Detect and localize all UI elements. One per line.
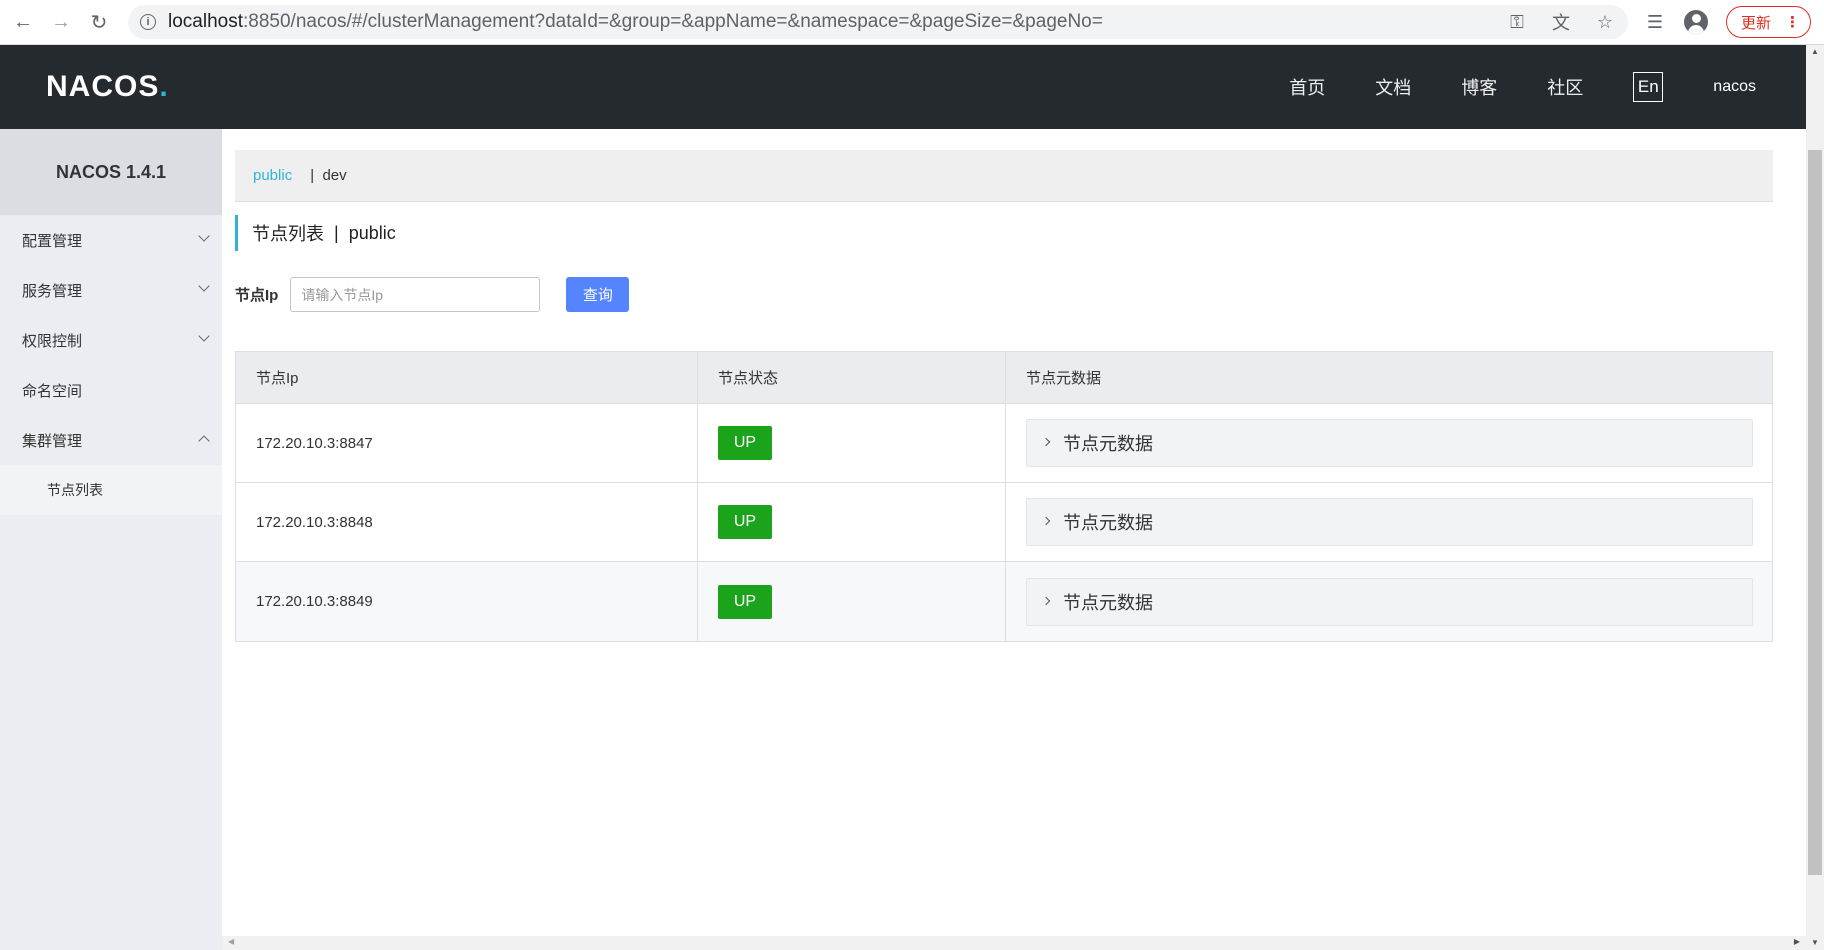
node-status-cell: UP	[698, 562, 1006, 641]
node-metadata-cell: 节点元数据	[1006, 562, 1772, 641]
column-header-status: 节点状态	[698, 352, 1006, 403]
main-content: public | dev 节点列表|public 节点Ip 查询 节点Ip 节点…	[222, 129, 1806, 936]
sidebar-item-label: 命名空间	[22, 382, 83, 400]
status-badge: UP	[718, 584, 772, 619]
vertical-scrollbar[interactable]: ▲ ▼	[1806, 45, 1824, 950]
node-ip-cell: 172.20.10.3:8848	[236, 483, 698, 561]
scroll-down-icon[interactable]: ▼	[1811, 938, 1819, 947]
sidebar-item-label: 配置管理	[22, 232, 83, 250]
node-ip-label: 节点Ip	[235, 287, 279, 304]
scroll-left-icon[interactable]: ◀	[228, 937, 234, 946]
node-status-cell: UP	[698, 483, 1006, 561]
star-icon[interactable]: ☆	[1594, 12, 1616, 33]
translate-icon[interactable]: 文	[1550, 9, 1572, 35]
forward-arrow-icon[interactable]: →	[46, 7, 76, 37]
node-metadata-cell: 节点元数据	[1006, 483, 1772, 561]
metadata-collapse[interactable]: 节点元数据	[1026, 498, 1753, 546]
nav-blog[interactable]: 博客	[1461, 74, 1497, 100]
chevron-up-icon	[198, 435, 210, 447]
browser-toolbar: ← → ↻ i localhost:8850/nacos/#/clusterMa…	[0, 0, 1824, 45]
node-ip-input[interactable]	[290, 277, 541, 312]
nav-community[interactable]: 社区	[1547, 74, 1583, 100]
chevron-down-icon	[198, 230, 210, 242]
namespace-bar: public | dev	[235, 150, 1773, 202]
language-toggle[interactable]: En	[1633, 72, 1664, 102]
address-bar[interactable]: i localhost:8850/nacos/#/clusterManageme…	[128, 5, 1628, 39]
node-ip-cell: 172.20.10.3:8849	[236, 562, 698, 641]
column-header-metadata: 节点元数据	[1026, 370, 1102, 387]
horizontal-scrollbar[interactable]: ◀ ▶	[222, 936, 1806, 950]
update-label: 更新	[1741, 14, 1772, 32]
node-metadata-cell: 节点元数据	[1006, 404, 1772, 482]
back-arrow-icon[interactable]: ←	[8, 7, 38, 37]
node-status-cell: UP	[698, 404, 1006, 482]
scrollbar-thumb[interactable]	[1808, 150, 1822, 875]
sidebar-item-config[interactable]: 配置管理	[0, 215, 222, 265]
nav-docs[interactable]: 文档	[1375, 74, 1411, 100]
metadata-collapse[interactable]: 节点元数据	[1026, 419, 1753, 467]
sidebar-item-label: 集群管理	[22, 432, 83, 450]
url-text[interactable]: localhost:8850/nacos/#/clusterManagement…	[168, 11, 1103, 33]
metadata-label: 节点元数据	[1063, 513, 1153, 533]
chevron-down-icon	[198, 330, 210, 342]
table-header: 节点Ip 节点状态 节点元数据	[236, 352, 1772, 404]
more-vert-icon: ⋮	[1785, 14, 1801, 31]
sidebar: NACOS 1.4.1 配置管理 服务管理 权限控制 命名空间 集群管理 节点列…	[0, 129, 222, 950]
nav-home[interactable]: 首页	[1289, 74, 1325, 100]
top-nav: 首页 文档 博客 社区 En nacos	[1239, 72, 1756, 102]
reload-icon[interactable]: ↻	[84, 7, 114, 37]
user-menu[interactable]: nacos	[1713, 78, 1756, 96]
sidebar-item-label: 权限控制	[22, 332, 83, 350]
key-icon[interactable]: ⚿	[1506, 12, 1528, 33]
metadata-collapse[interactable]: 节点元数据	[1026, 577, 1753, 626]
sidebar-item-namespace[interactable]: 命名空间	[0, 365, 222, 415]
node-table: 节点Ip 节点状态 节点元数据 172.20.10.3:8847 UP 节点元数…	[235, 351, 1773, 642]
page-title: 节点列表 | public	[235, 215, 396, 251]
metadata-label: 节点元数据	[1063, 592, 1153, 613]
nacos-logo[interactable]: NACOS.	[46, 70, 169, 104]
profile-avatar[interactable]	[1684, 10, 1708, 34]
column-header-ip: 节点Ip	[236, 352, 698, 403]
namespace-public[interactable]: public	[253, 167, 292, 184]
table-row: 172.20.10.3:8848 UP 节点元数据	[236, 483, 1772, 562]
chevron-right-icon	[1041, 437, 1051, 447]
reading-list-icon[interactable]: ☰	[1644, 12, 1666, 33]
sidebar-subitem-node-list[interactable]: 节点列表	[0, 465, 222, 515]
chevron-down-icon	[198, 280, 210, 292]
filter-form: 节点Ip 查询	[235, 277, 630, 312]
scroll-up-icon[interactable]: ▲	[1811, 47, 1819, 56]
table-row: 172.20.10.3:8847 UP 节点元数据	[236, 404, 1772, 483]
scroll-right-icon[interactable]: ▶	[1794, 937, 1800, 946]
status-badge: UP	[718, 505, 772, 539]
sidebar-item-cluster[interactable]: 集群管理	[0, 415, 222, 465]
node-ip-cell: 172.20.10.3:8847	[236, 404, 698, 482]
metadata-label: 节点元数据	[1063, 434, 1153, 454]
sidebar-item-auth[interactable]: 权限控制	[0, 315, 222, 365]
chevron-right-icon	[1041, 516, 1051, 526]
status-badge: UP	[718, 426, 772, 460]
sidebar-title: NACOS 1.4.1	[0, 129, 222, 215]
update-button[interactable]: 更新 ⋮	[1726, 6, 1812, 38]
site-info-icon[interactable]: i	[140, 14, 156, 30]
table-row: 172.20.10.3:8849 UP 节点元数据	[236, 562, 1772, 641]
chevron-right-icon	[1041, 596, 1051, 605]
namespace-dev[interactable]: | dev	[310, 167, 346, 184]
sidebar-item-label: 服务管理	[22, 282, 83, 300]
query-button[interactable]: 查询	[566, 277, 630, 312]
app-header: NACOS. 首页 文档 博客 社区 En nacos	[0, 45, 1806, 129]
sidebar-item-service[interactable]: 服务管理	[0, 265, 222, 315]
